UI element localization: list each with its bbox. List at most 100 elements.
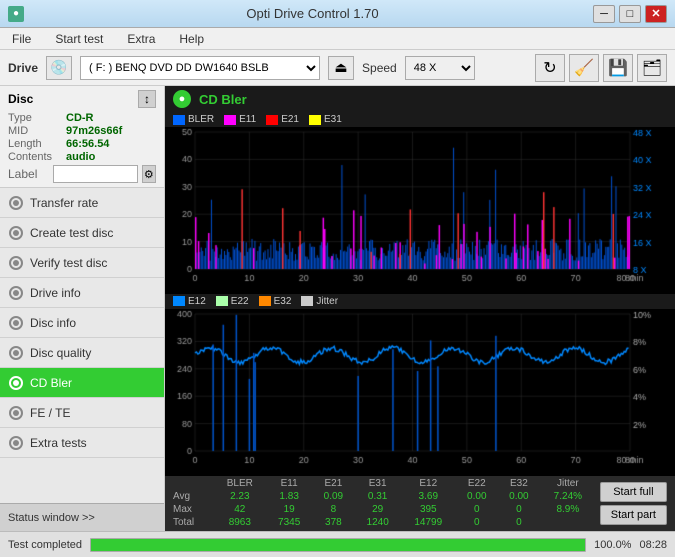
save-button[interactable]: 🗂 (637, 54, 667, 82)
nav-icon-disc-quality (8, 345, 24, 361)
stats-cell-avg-3: 0.31 (354, 490, 400, 503)
app-icon: ● (8, 6, 24, 22)
sidebar-item-transfer-rate[interactable]: Transfer rate (0, 188, 164, 218)
stats-cell-avg-0: 2.23 (214, 490, 266, 503)
legend-color (224, 115, 236, 125)
legend-item-e32: E32 (259, 296, 292, 307)
top-chart (165, 127, 675, 294)
length-value: 66:56.54 (66, 138, 109, 150)
stats-cell-max-3: 29 (354, 503, 400, 516)
speed-label: Speed (362, 61, 397, 75)
legend-item-e12: E12 (173, 296, 206, 307)
sidebar-item-extra-tests[interactable]: Extra tests (0, 428, 164, 458)
nav-circle (9, 256, 23, 270)
stats-cell-avg-6: 0.00 (498, 490, 540, 503)
erase-button[interactable]: 🧹 (569, 54, 599, 82)
sidebar-item-fe-te[interactable]: FE / TE (0, 398, 164, 428)
sidebar-navigation: Transfer rate Create test disc Verify te… (0, 188, 164, 503)
stats-cell-total-4: 14799 (401, 516, 456, 529)
close-button[interactable]: ✕ (645, 5, 667, 23)
chart-header: ● CD Bler (165, 86, 675, 112)
legend-color (309, 115, 321, 125)
stats-row-label-max: Max (169, 503, 214, 516)
start-full-button[interactable]: Start full (600, 482, 667, 502)
stats-cell-max-5: 0 (456, 503, 498, 516)
menu-help[interactable]: Help (171, 30, 212, 48)
legend-item-e11: E11 (224, 114, 256, 125)
bottom-legend: E12 E22 E32 Jitter (165, 294, 675, 309)
nav-circle-inner (13, 200, 19, 206)
stats-row-label-avg: Avg (169, 490, 214, 503)
nav-label-cd-bler: CD Bler (30, 376, 72, 390)
label-icon-button[interactable]: ⚙ (142, 165, 156, 183)
eject-button[interactable]: ⏏ (328, 56, 354, 80)
contents-value: audio (66, 151, 95, 163)
stats-cell-max-7: 8.9% (540, 503, 596, 516)
maximize-button[interactable]: □ (619, 5, 641, 23)
nav-circle (9, 286, 23, 300)
stats-cell-avg-5: 0.00 (456, 490, 498, 503)
menu-extra[interactable]: Extra (119, 30, 163, 48)
label-input[interactable] (53, 165, 138, 183)
legend-label: E22 (231, 296, 249, 307)
nav-label-extra-tests: Extra tests (30, 436, 87, 450)
nav-circle-inner (13, 350, 19, 356)
col-header-bler: BLER (214, 477, 266, 490)
stats-cell-total-6: 0 (498, 516, 540, 529)
menu-file[interactable]: File (4, 30, 39, 48)
start-part-button[interactable]: Start part (600, 505, 667, 525)
sidebar-item-drive-info[interactable]: Drive info (0, 278, 164, 308)
refresh-button[interactable]: ↻ (535, 54, 565, 82)
status-text: Test completed (8, 539, 82, 551)
nav-circle (9, 316, 23, 330)
sidebar-item-verify-test-disc[interactable]: Verify test disc (0, 248, 164, 278)
type-value: CD-R (66, 112, 94, 124)
contents-label: Contents (8, 151, 60, 163)
drive-bar: Drive 💿 ( F: ) BENQ DVD DD DW1640 BSLB ⏏… (0, 50, 675, 86)
sidebar: Disc ↕ Type CD-R MID 97m26s66f Length 66… (0, 86, 165, 531)
status-window-button[interactable]: Status window >> (0, 503, 164, 531)
stats-table: BLERE11E21E31E12E22E32JitterAvg2.231.830… (169, 477, 596, 529)
legend-label: E32 (274, 296, 292, 307)
stats-cell-avg-2: 0.09 (312, 490, 354, 503)
legend-item-jitter: Jitter (301, 296, 338, 307)
minimize-button[interactable]: ─ (593, 5, 615, 23)
nav-icon-cd-bler (8, 375, 24, 391)
nav-circle-inner (13, 440, 19, 446)
nav-icon-verify-test-disc (8, 255, 24, 271)
drive-select[interactable]: ( F: ) BENQ DVD DD DW1640 BSLB (80, 56, 320, 80)
stats-buttons: Start full Start part (596, 480, 671, 527)
nav-circle (9, 346, 23, 360)
sidebar-item-cd-bler[interactable]: CD Bler (0, 368, 164, 398)
label-label: Label (8, 167, 49, 181)
sidebar-item-disc-quality[interactable]: Disc quality (0, 338, 164, 368)
menu-start-test[interactable]: Start test (47, 30, 111, 48)
chart-title: CD Bler (199, 92, 247, 107)
toolbar-icons: ↻ 🧹 💾 🗂 (535, 54, 667, 82)
mid-label: MID (8, 125, 60, 137)
stats-cell-total-0: 8963 (214, 516, 266, 529)
stats-cell-max-1: 19 (266, 503, 312, 516)
stats-cell-avg-4: 3.69 (401, 490, 456, 503)
disc-panel: Disc ↕ Type CD-R MID 97m26s66f Length 66… (0, 86, 164, 188)
nav-label-drive-info: Drive info (30, 286, 81, 300)
col-header-e12: E12 (401, 477, 456, 490)
disc-arrow-button[interactable]: ↕ (138, 90, 156, 108)
nav-circle-inner (13, 290, 19, 296)
nav-circle (9, 376, 23, 390)
main-content: Disc ↕ Type CD-R MID 97m26s66f Length 66… (0, 86, 675, 531)
sidebar-item-disc-info[interactable]: Disc info (0, 308, 164, 338)
right-panel: ● CD Bler BLER E11 E21 E31 E12 E22 E32 J… (165, 86, 675, 531)
stats-cell-total-3: 1240 (354, 516, 400, 529)
burn-button[interactable]: 💾 (603, 54, 633, 82)
speed-select[interactable]: 48 X (405, 56, 475, 80)
stats-cell-max-0: 42 (214, 503, 266, 516)
nav-icon-extra-tests (8, 435, 24, 451)
length-label: Length (8, 138, 60, 150)
nav-circle-inner (13, 230, 19, 236)
status-window-label: Status window >> (8, 512, 95, 524)
sidebar-item-create-test-disc[interactable]: Create test disc (0, 218, 164, 248)
stats-cell-avg-7: 7.24% (540, 490, 596, 503)
legend-color (216, 296, 228, 306)
stats-cell-total-2: 378 (312, 516, 354, 529)
